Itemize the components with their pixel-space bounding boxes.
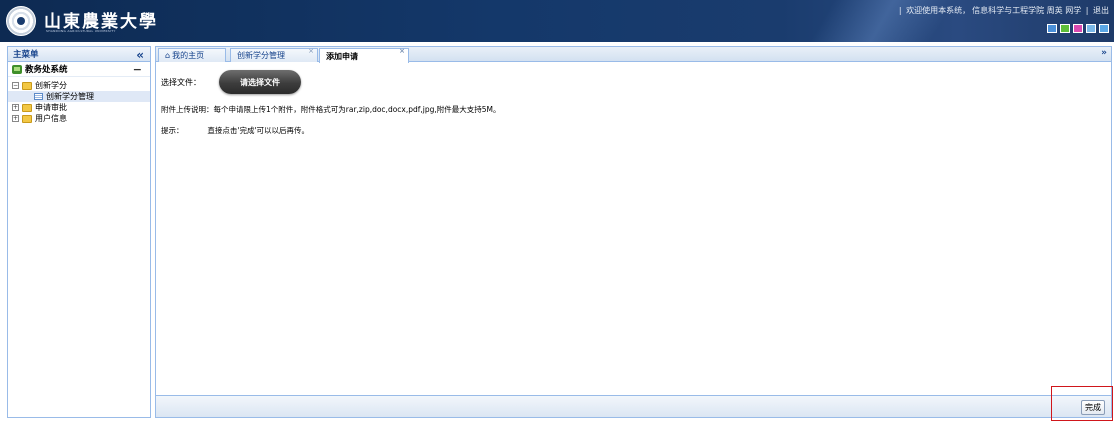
form-footer-bar: 完成 bbox=[156, 395, 1111, 417]
user-info: 信息科学与工程学院 周英 网学 bbox=[972, 6, 1082, 15]
close-icon[interactable]: × bbox=[399, 47, 405, 55]
collapse-expander-icon[interactable]: − bbox=[12, 82, 19, 89]
file-select-row: 选择文件： 请选择文件 bbox=[161, 69, 1101, 95]
tree-node-innovation-credit[interactable]: − 创新学分 bbox=[8, 80, 150, 91]
upload-instructions: 附件上传说明：每个申请限上传1个附件，附件格式可为rar,zip,doc,doc… bbox=[161, 105, 501, 114]
system-icon bbox=[12, 64, 22, 74]
main-menu-header: 主菜单 « bbox=[8, 47, 150, 62]
close-icon[interactable]: × bbox=[308, 47, 314, 55]
tree-node-innovation-credit-management[interactable]: 创新学分管理 bbox=[8, 91, 150, 102]
tab-label: 添加申请 bbox=[326, 51, 358, 61]
choose-file-button[interactable]: 请选择文件 bbox=[219, 70, 301, 94]
theme-swatch-green[interactable] bbox=[1060, 24, 1070, 33]
tab-bar: ⌂ 我的主页 创新学分管理 × 添加申请 × » bbox=[156, 47, 1111, 63]
finish-button[interactable]: 完成 bbox=[1081, 400, 1105, 415]
tab-label: 创新学分管理 bbox=[237, 51, 285, 60]
theme-swatch-blue[interactable] bbox=[1047, 24, 1057, 33]
system-name: 教务处系统 bbox=[25, 65, 68, 75]
separator: | bbox=[898, 6, 902, 15]
separator: | bbox=[1085, 6, 1089, 15]
tree-node-label: 创新学分 bbox=[35, 81, 67, 90]
folder-icon bbox=[22, 114, 32, 123]
tab-label: 我的主页 bbox=[172, 51, 205, 60]
expand-expander-icon[interactable]: + bbox=[12, 104, 19, 111]
folder-icon bbox=[22, 103, 32, 112]
welcome-text: 欢迎使用本系统， bbox=[906, 6, 971, 15]
tab-innovation-credit-management[interactable]: 创新学分管理 × bbox=[230, 47, 318, 62]
file-select-label: 选择文件： bbox=[161, 77, 201, 87]
theme-swatch-light-blue[interactable] bbox=[1086, 24, 1096, 33]
tab-scroll-menu-icon[interactable]: » bbox=[1101, 48, 1107, 58]
app-header: 山東農業大學 SHANDONG AGRICULTURAL UNIVERSITY … bbox=[0, 0, 1114, 42]
system-accordion-header[interactable]: 教务处系统 − bbox=[8, 62, 150, 77]
add-application-form: 选择文件： 请选择文件 附件上传说明：每个申请限上传1个附件，附件格式可为rar… bbox=[161, 69, 1101, 136]
home-icon: ⌂ bbox=[165, 51, 171, 60]
tree-node-user-info[interactable]: + 用户信息 bbox=[8, 113, 150, 124]
tab-add-application[interactable]: 添加申请 × bbox=[319, 47, 409, 63]
theme-swatch-sky[interactable] bbox=[1099, 24, 1109, 33]
university-name-english: SHANDONG AGRICULTURAL UNIVERSITY bbox=[46, 29, 116, 33]
university-seal-icon bbox=[6, 6, 36, 36]
main-content-panel: ⌂ 我的主页 创新学分管理 × 添加申请 × » 选择文件： 请选择文件 附件上… bbox=[155, 46, 1112, 418]
hint-text: 直接点击'完成'可以以后再传。 bbox=[207, 126, 310, 135]
tab-home[interactable]: ⌂ 我的主页 bbox=[158, 48, 226, 62]
double-chevron-left-icon[interactable]: « bbox=[136, 48, 144, 62]
page-icon bbox=[34, 93, 43, 100]
top-links: | 欢迎使用本系统， 信息科学与工程学院 周英 网学 | 退出 bbox=[898, 5, 1110, 16]
expand-expander-icon[interactable]: + bbox=[12, 115, 19, 122]
theme-swatches bbox=[1047, 24, 1109, 33]
tree-node-label: 用户信息 bbox=[35, 114, 67, 123]
tree-node-application-approval[interactable]: + 申请审批 bbox=[8, 102, 150, 113]
collapse-toggle-icon[interactable]: − bbox=[133, 63, 142, 76]
theme-swatch-pink[interactable] bbox=[1073, 24, 1083, 33]
logout-link[interactable]: 退出 bbox=[1093, 6, 1109, 15]
hint-row: 提示： 直接点击'完成'可以以后再传。 bbox=[161, 125, 1101, 136]
tree-node-label: 创新学分管理 bbox=[46, 92, 94, 101]
hint-label: 提示： bbox=[161, 126, 184, 135]
main-menu-panel: 主菜单 « 教务处系统 − − 创新学分 创新学分管理 + 申请审批 + 用户信… bbox=[7, 46, 151, 418]
folder-icon bbox=[22, 81, 32, 90]
tree-node-label: 申请审批 bbox=[35, 103, 67, 112]
main-menu-title: 主菜单 bbox=[13, 50, 39, 60]
